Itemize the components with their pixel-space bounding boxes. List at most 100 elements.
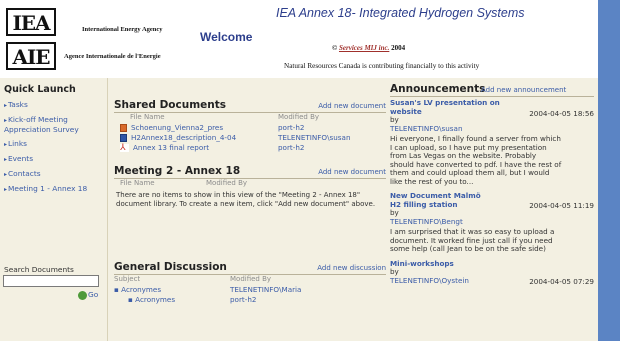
section-header: Shared Documents Add new document [114, 98, 386, 113]
quick-launch-item-contacts[interactable]: ▸Contacts [4, 169, 104, 179]
modified-by[interactable]: port-h2 [230, 295, 256, 304]
bullet-icon: ▸ [4, 117, 8, 124]
meeting2-title: Meeting 2 - Annex 18 [114, 165, 241, 177]
modified-by[interactable]: TELENETINFO\susan [278, 133, 351, 142]
announcement-date: 2004-04-05 18:56 [529, 109, 594, 118]
file-name[interactable]: H2Annex18_description_4-04 [131, 133, 236, 142]
right-margin-bar [598, 0, 620, 341]
modified-by[interactable]: port-h2 [278, 143, 304, 152]
announcement-date: 2004-04-05 11:19 [529, 201, 594, 210]
reply-icon: ▪ [128, 295, 133, 304]
copyright-symbol: © [332, 44, 338, 52]
announcement-author[interactable]: TELENETINFO\susan [390, 124, 594, 134]
modified-by[interactable]: port-h2 [278, 123, 304, 132]
go-arrow-icon [78, 290, 87, 300]
add-document-link[interactable]: Add new document [318, 102, 386, 110]
bullet-icon: ▸ [4, 141, 8, 148]
quick-launch-item-meeting1[interactable]: ▸Meeting 1 - Annex 18 [4, 184, 104, 194]
table-row[interactable]: ⅄ Annex 13 final report port-h2 [114, 143, 386, 153]
col-modified-by[interactable]: Modified By [230, 275, 271, 283]
table-row[interactable]: ▪ Acronymes port-h2 [114, 295, 386, 305]
org-name-english: International Energy Agency [82, 26, 163, 33]
add-document-link[interactable]: Add new document [318, 168, 386, 176]
discussion-title: General Discussion [114, 261, 227, 273]
expand-icon[interactable]: ▪ [114, 285, 119, 294]
announcements-panel: Announcements Add new announcement 2004-… [388, 78, 598, 341]
empty-library-message: There are no items to show in this view … [116, 191, 376, 208]
aie-logo[interactable]: AIE [6, 42, 56, 70]
quick-launch-item-tasks[interactable]: ▸Tasks [4, 100, 104, 110]
col-modified-by[interactable]: Modified By [206, 179, 247, 187]
quick-launch-item-links[interactable]: ▸Links [4, 139, 104, 149]
announcement-author[interactable]: TELENETINFO\Bengt [390, 217, 594, 227]
search-input[interactable] [3, 275, 99, 287]
announcement-item: 2004-04-05 18:56 Susan's LV presentation… [390, 98, 594, 186]
column-headers: File Name Modified By [114, 179, 386, 189]
quick-launch-label: Kick-off Meeting Appreciation Survey [4, 115, 79, 134]
quick-launch-item-events[interactable]: ▸Events [4, 154, 104, 164]
col-modified-by[interactable]: Modified By [278, 113, 319, 121]
shared-documents-section: Shared Documents Add new document File N… [114, 98, 386, 153]
table-row[interactable]: Schoenung_Vienna2_pres port-h2 [114, 123, 386, 133]
announcement-subject[interactable]: Susan's LV presentation on website [390, 98, 510, 116]
iea-logo[interactable]: IEA [6, 8, 56, 36]
announcement-date: 2004-04-05 07:29 [529, 276, 594, 286]
quick-launch-item-survey[interactable]: ▸Kick-off Meeting Appreciation Survey [4, 115, 104, 134]
add-discussion-link[interactable]: Add new discussion [317, 264, 386, 272]
sponsor-note: Natural Resources Canada is contributing… [284, 62, 480, 70]
quick-launch-label: Contacts [8, 169, 41, 178]
announcement-body: Hi everyone, I finally found a server fr… [390, 134, 562, 186]
col-file-name[interactable]: File Name [130, 113, 165, 121]
file-name[interactable]: Schoenung_Vienna2_pres [131, 123, 223, 132]
org-name-french: Agence Internationale de l'Energie [64, 53, 161, 60]
word-file-icon [120, 134, 127, 142]
announcements-title: Announcements [390, 83, 486, 95]
discussion-subject[interactable]: Acronymes [135, 295, 175, 304]
welcome-text: Welcome [200, 30, 253, 44]
pdf-file-icon: ⅄ [120, 144, 129, 153]
col-file-name[interactable]: File Name [120, 179, 155, 187]
quick-launch-label: Meeting 1 - Annex 18 [8, 184, 88, 193]
col-subject[interactable]: Subject [114, 275, 140, 283]
meeting2-section: Meeting 2 - Annex 18 Add new document Fi… [114, 164, 386, 209]
discussion-section: General Discussion Add new discussion Su… [114, 260, 386, 305]
section-header: Meeting 2 - Annex 18 Add new document [114, 164, 386, 179]
bullet-icon: ▸ [4, 171, 8, 178]
quick-launch-label: Links [8, 139, 28, 148]
column-headers: File Name Modified By [114, 113, 386, 123]
quick-launch-list: ▸Tasks ▸Kick-off Meeting Appreciation Su… [4, 100, 104, 199]
search-label: Search Documents [4, 265, 74, 274]
announcement-item: 2004-04-05 07:29 Mini-workshops by TELEN… [390, 259, 594, 286]
announcement-subject[interactable]: New Document Malmö H2 filling station [390, 191, 490, 209]
announcement-subject[interactable]: Mini-workshops [390, 259, 510, 269]
modified-by[interactable]: TELENETINFO\Maria [230, 285, 301, 294]
content-area: Quick Launch ▸Tasks ▸Kick-off Meeting Ap… [0, 78, 598, 341]
main-column: Shared Documents Add new document File N… [110, 78, 386, 341]
file-name[interactable]: Annex 13 final report [133, 143, 209, 152]
bullet-icon: ▸ [4, 156, 8, 163]
copyright-line: © Services MIJ inc. 2004 [332, 44, 405, 52]
shared-documents-title: Shared Documents [114, 99, 227, 111]
table-row[interactable]: ▪ Acronymes TELENETINFO\Maria [114, 285, 386, 295]
quick-launch-nav: Quick Launch ▸Tasks ▸Kick-off Meeting Ap… [0, 78, 108, 341]
site-title: IEA Annex 18- Integrated Hydrogen System… [276, 6, 525, 20]
bullet-icon: ▸ [4, 102, 8, 109]
site-header: IEA AIE International Energy Agency Agen… [0, 0, 598, 76]
column-headers: Subject Modified By [114, 275, 386, 285]
discussion-subject[interactable]: Acronymes [121, 285, 161, 294]
copyright-year: 2004 [391, 44, 406, 52]
quick-launch-label: Tasks [8, 100, 28, 109]
go-button[interactable]: Go [78, 290, 98, 300]
bullet-icon: ▸ [4, 186, 8, 193]
quick-launch-title: Quick Launch [4, 84, 76, 95]
add-announcement-link[interactable]: Add new announcement [481, 86, 566, 94]
ppt-file-icon [120, 124, 127, 132]
go-label: Go [88, 290, 99, 299]
page-frame: IEA AIE International Energy Agency Agen… [0, 0, 598, 341]
quick-launch-label: Events [8, 154, 34, 163]
services-mij-link[interactable]: Services MIJ inc. [339, 44, 389, 52]
announcement-item: 2004-04-05 11:19 New Document Malmö H2 f… [390, 191, 594, 254]
table-row[interactable]: H2Annex18_description_4-04 TELENETINFO\s… [114, 133, 386, 143]
section-header: Announcements Add new announcement [390, 82, 594, 97]
announcement-body: I am surprised that it was so easy to up… [390, 227, 555, 253]
